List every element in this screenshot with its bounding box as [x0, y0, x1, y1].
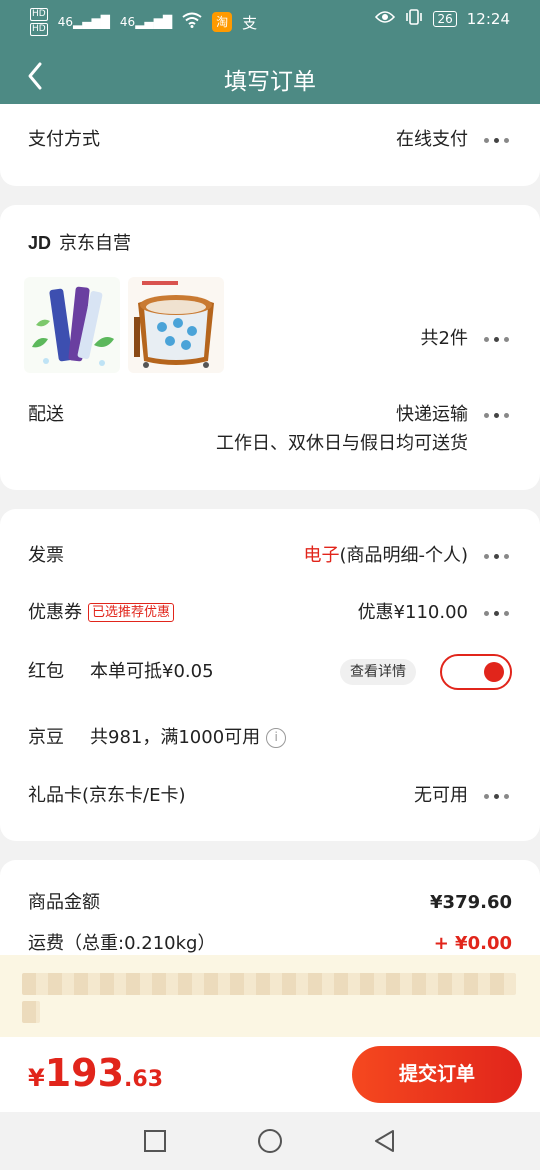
delivery-note: 工作日、双休日与假日均可送货: [216, 433, 468, 454]
payment-value: 在线支付: [396, 129, 468, 150]
wifi-icon: [182, 12, 202, 32]
battery-icon: 26: [433, 11, 457, 27]
hd-badge: HD: [30, 23, 48, 36]
payment-row[interactable]: 支付方式 在线支付: [28, 123, 512, 157]
circle-home-icon[interactable]: [257, 1128, 283, 1154]
jd-beans-label: 京豆: [28, 727, 64, 748]
eye-icon: [375, 10, 396, 28]
more-dots-icon[interactable]: [482, 596, 512, 630]
coupon-tag: 已选推荐优惠: [88, 603, 175, 622]
signal-icon: 46▂▄▆█: [119, 15, 173, 29]
coupon-row[interactable]: 优惠券 已选推荐优惠 优惠¥110.00: [28, 596, 512, 630]
signal-label: 46: [119, 15, 136, 29]
system-nav-bar: [0, 1112, 540, 1170]
goods-amount-value: ¥379.60: [430, 892, 512, 913]
total-integer: 193: [44, 1051, 125, 1095]
taobao-app-icon: 淘: [212, 12, 233, 32]
alipay-icon: 支: [242, 13, 258, 32]
total-currency: ¥: [28, 1064, 45, 1092]
more-dots-icon[interactable]: [482, 123, 512, 157]
header: 填写订单: [0, 40, 540, 114]
coupon-value: 优惠¥110.00: [357, 602, 468, 623]
red-packet-desc: 本单可抵¥0.05: [90, 661, 214, 682]
red-packet-row: 红包 本单可抵¥0.05 查看详情: [28, 654, 512, 690]
notice-banner: [0, 955, 540, 1037]
more-dots-icon[interactable]: [482, 779, 512, 813]
payment-card: 支付方式 在线支付: [0, 104, 540, 186]
red-packet-label-group: 红包 本单可抵¥0.05: [28, 655, 214, 689]
jd-logo: JD: [28, 233, 52, 253]
invoice-value: 电子(商品明细-个人): [303, 539, 468, 573]
total-price: ¥193.63: [28, 1051, 163, 1095]
status-bar: HD HD 46▂▄▆█ 46▂▄▆█ 淘 支 26 12:24: [0, 0, 540, 40]
blurred-text: [22, 1001, 40, 1023]
shop-card: JD 京东自营 共2件 配送 快递运输 工作日、双休日与假日均可送货: [0, 205, 540, 490]
goods-amount-label: 商品金额: [28, 892, 100, 913]
shop-label: 京东自营: [59, 233, 132, 254]
gift-card-value: 无可用: [414, 785, 468, 806]
coupon-label-group: 优惠券 已选推荐优惠: [28, 596, 175, 630]
signal-icon: 46▂▄▆█: [57, 15, 110, 29]
gift-card-label: 礼品卡(京东卡/E卡): [28, 785, 186, 806]
blurred-text: [22, 973, 516, 995]
coupon-label: 优惠券: [28, 602, 82, 623]
more-dots-icon[interactable]: [482, 322, 512, 356]
red-packet-label: 红包: [28, 661, 64, 682]
bottom-bar: ¥193.63 提交订单: [0, 1037, 540, 1112]
shop-name: JD 京东自营: [28, 229, 131, 255]
clock: 12:24: [466, 10, 510, 28]
red-packet-toggle[interactable]: [440, 654, 512, 690]
page-title: 填写订单: [224, 69, 316, 95]
invoice-detail: (商品明细-个人): [339, 545, 468, 566]
product-count: 共2件: [420, 328, 468, 349]
gift-card-row[interactable]: 礼品卡(京东卡/E卡) 无可用: [28, 779, 512, 813]
goods-amount-row: 商品金额 ¥379.60: [28, 886, 512, 920]
square-recent-icon[interactable]: [142, 1128, 168, 1154]
top-bar: HD HD 46▂▄▆█ 46▂▄▆█ 淘 支 26 12:24 填写订单: [0, 0, 540, 114]
info-icon[interactable]: i: [266, 728, 287, 748]
jd-beans-label-group: 京豆 共981，满1000可用 i: [28, 721, 287, 755]
status-left: HD HD 46▂▄▆█ 46▂▄▆█ 淘 支: [30, 8, 257, 36]
invoice-row[interactable]: 发票 电子(商品明细-个人): [28, 539, 512, 573]
product-count-row[interactable]: 共2件: [28, 322, 512, 356]
jd-beans-row: 京豆 共981，满1000可用 i: [28, 721, 512, 755]
status-right: 26 12:24: [375, 8, 510, 30]
delivery-note-row: 工作日、双休日与假日均可送货: [28, 427, 512, 461]
view-details-button[interactable]: 查看详情: [340, 659, 416, 685]
hd-indicators: HD HD: [30, 8, 48, 36]
hd-badge: HD: [30, 8, 48, 21]
invoice-label: 发票: [28, 545, 64, 566]
triangle-back-icon[interactable]: [372, 1128, 398, 1154]
toggle-knob: [484, 662, 504, 682]
signal-label: 46: [57, 15, 73, 29]
total-decimal: .63: [124, 1067, 164, 1092]
jd-beans-desc: 共981，满1000可用: [90, 727, 261, 748]
discount-card: 发票 电子(商品明细-个人) 优惠券 已选推荐优惠 优惠¥110.00 红包 本单可…: [0, 509, 540, 841]
more-dots-icon[interactable]: [482, 539, 512, 573]
invoice-type: 电子: [303, 545, 340, 566]
payment-label: 支付方式: [28, 129, 100, 150]
submit-order-button[interactable]: 提交订单: [352, 1046, 522, 1103]
vibrate-icon: [405, 8, 423, 30]
